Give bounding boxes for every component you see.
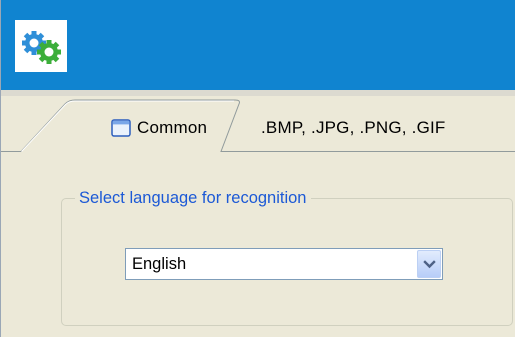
tab-common[interactable]: Common	[19, 96, 243, 152]
tab-common-label: Common	[137, 118, 208, 137]
language-dropdown[interactable]: English	[125, 248, 443, 280]
app-window: Common .BMP, .JPG, .PNG, .GIF Select lan…	[0, 0, 515, 337]
tab-image-formats[interactable]: .BMP, .JPG, .PNG, .GIF	[261, 118, 446, 138]
tab-content-common: Select language for recognition English	[1, 152, 515, 337]
header-bar	[1, 0, 515, 90]
window-icon	[111, 119, 131, 137]
dropdown-arrow-button[interactable]	[417, 250, 441, 278]
tab-strip: Common .BMP, .JPG, .PNG, .GIF	[1, 96, 515, 152]
chevron-down-icon	[423, 260, 436, 269]
language-group-legend: Select language for recognition	[75, 188, 311, 208]
language-dropdown-value: English	[132, 255, 187, 273]
gear-green	[37, 40, 61, 64]
gears-icon	[15, 20, 67, 72]
